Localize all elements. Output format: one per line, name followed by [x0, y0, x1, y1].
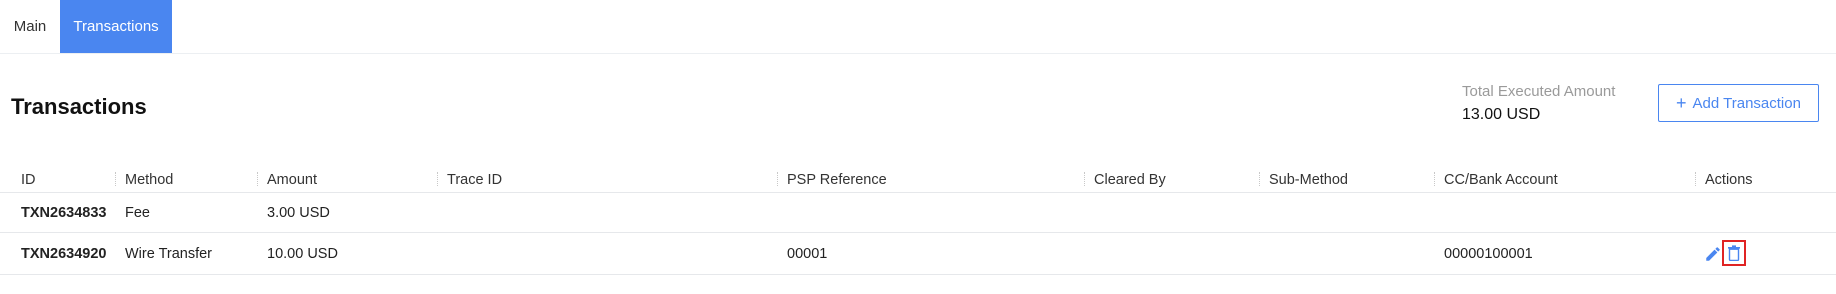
row-1-amount: 3.00 USD [267, 205, 330, 221]
column-header-account[interactable]: CC/Bank Account [1434, 168, 1558, 192]
column-header-sub-method[interactable]: Sub-Method [1259, 168, 1348, 192]
total-executed-label: Total Executed Amount [1462, 83, 1616, 100]
column-header-psp-reference[interactable]: PSP Reference [777, 168, 887, 192]
tab-bar: Main Transactions [0, 0, 1836, 54]
total-executed-value: 13.00 USD [1462, 106, 1541, 123]
table-bottom-divider [0, 274, 1836, 275]
pencil-icon[interactable] [1704, 245, 1722, 263]
row-divider [0, 232, 1836, 233]
add-transaction-button[interactable]: + Add Transaction [1658, 84, 1819, 122]
row-2-psp-reference: 00001 [787, 246, 828, 262]
tab-main[interactable]: Main [0, 0, 60, 53]
column-header-id[interactable]: ID [21, 168, 36, 192]
header-divider [0, 192, 1836, 193]
plus-icon: + [1676, 93, 1687, 113]
column-header-trace-id[interactable]: Trace ID [437, 168, 502, 192]
row-2-method: Wire Transfer [125, 246, 213, 262]
column-header-amount[interactable]: Amount [257, 168, 317, 192]
column-header-actions: Actions [1695, 168, 1753, 192]
row-1-method: Fee [125, 205, 150, 221]
row-1-id: TXN2634833 [21, 205, 107, 221]
tab-transactions[interactable]: Transactions [60, 0, 172, 53]
add-transaction-label: Add Transaction [1692, 94, 1801, 112]
column-header-cleared-by[interactable]: Cleared By [1084, 168, 1166, 192]
row-2-amount: 10.00 USD [267, 246, 338, 262]
column-header-method[interactable]: Method [115, 168, 173, 192]
page-title: Transactions [11, 94, 147, 119]
row-2-id: TXN2634920 [21, 246, 107, 262]
trash-icon[interactable] [1722, 240, 1746, 266]
row-2-account: 00000100001 [1444, 246, 1533, 262]
